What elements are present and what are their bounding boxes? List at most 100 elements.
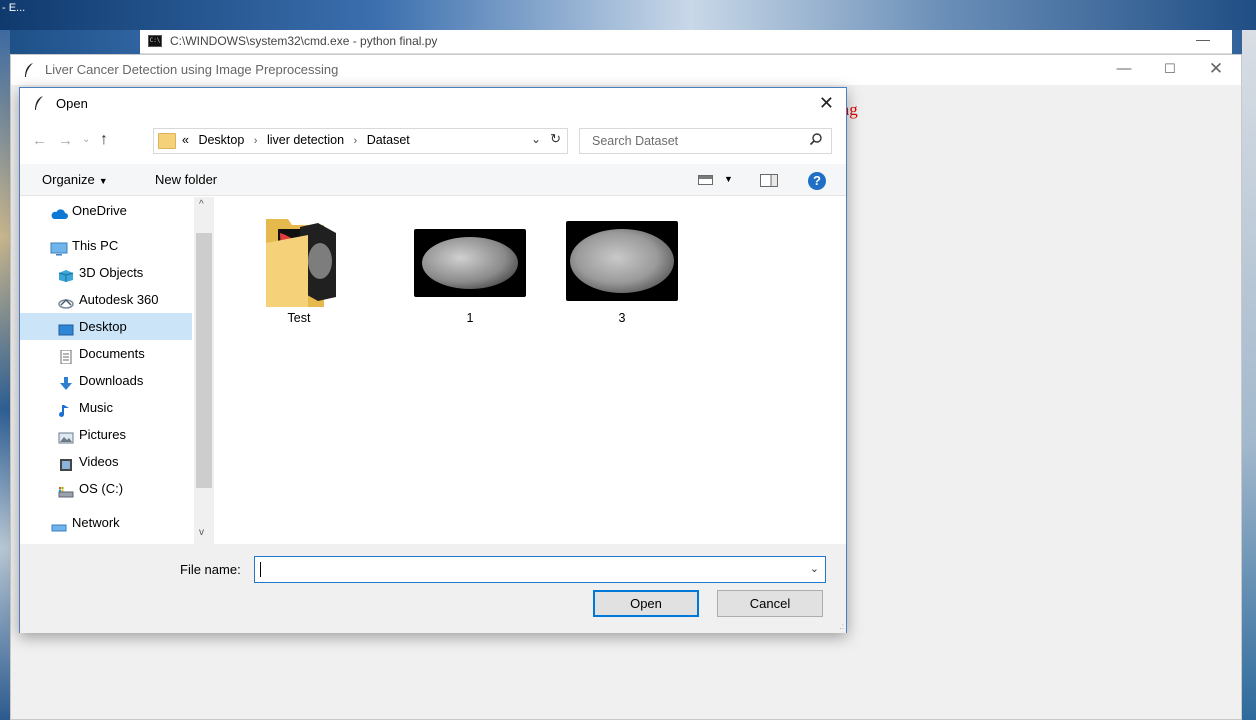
cmd-window-title: C:\WINDOWS\system32\cmd.exe - python fin…: [170, 34, 438, 48]
nav-item-label: OneDrive: [72, 203, 127, 218]
file-item-folder[interactable]: Test: [254, 213, 344, 328]
search-icon[interactable]: [809, 132, 823, 149]
file-name-input[interactable]: ⌄: [254, 556, 826, 583]
change-view-icon[interactable]: [698, 175, 713, 185]
scroll-down-icon[interactable]: v: [199, 527, 204, 538]
computer-icon: [50, 238, 68, 256]
desktop-right-edge: [1242, 30, 1256, 720]
help-icon[interactable]: ?: [808, 172, 826, 190]
nav-item-label: Pictures: [79, 427, 126, 442]
file-name-label: 3: [618, 311, 626, 325]
image-thumbnail-icon: [566, 221, 678, 301]
preview-pane-icon[interactable]: [760, 174, 778, 187]
refresh-icon[interactable]: ↻: [550, 131, 561, 147]
breadcrumb-desktop[interactable]: Desktop: [198, 133, 244, 147]
nav-item-music[interactable]: Music: [20, 394, 194, 421]
search-placeholder: Search Dataset: [592, 134, 679, 148]
desktop-top-strip: [0, 0, 1256, 30]
nav-item-label: OS (C:): [79, 481, 124, 496]
feather-icon: [23, 62, 35, 81]
nav-item-this-pc[interactable]: This PC: [20, 232, 194, 259]
text-caret: [260, 562, 261, 577]
cmd-minimize-button[interactable]: —: [1196, 31, 1210, 47]
nav-item-label: 3D Objects: [79, 265, 144, 280]
nav-item-label: Downloads: [79, 373, 144, 388]
app-titlebar[interactable]: Liver Cancer Detection using Image Prepr…: [11, 55, 1241, 85]
nav-item-3d-objects[interactable]: 3D Objects: [20, 259, 194, 286]
up-arrow-icon[interactable]: ↑: [100, 131, 108, 149]
nav-item-autodesk-360[interactable]: Autodesk 360: [20, 286, 194, 313]
nav-item-desktop[interactable]: Desktop: [20, 313, 192, 340]
nav-item-onedrive[interactable]: OneDrive: [20, 197, 194, 224]
cmd-icon: C:\: [148, 35, 162, 47]
minimize-button[interactable]: —: [1101, 58, 1147, 82]
feather-icon: [33, 95, 45, 114]
breadcrumb-separator-icon[interactable]: ›: [248, 135, 264, 147]
downloads-icon: [58, 373, 74, 390]
nav-item-os-c[interactable]: OS (C:): [20, 475, 194, 502]
breadcrumb-overflow[interactable]: «: [182, 133, 189, 147]
app-window-title: Liver Cancer Detection using Image Prepr…: [45, 62, 339, 77]
scroll-up-icon[interactable]: ^: [199, 199, 204, 210]
recent-locations-chevron-icon[interactable]: ⌄: [82, 134, 90, 145]
autodesk-icon: [58, 292, 74, 309]
nav-item-network[interactable]: Network: [20, 509, 194, 536]
file-item-image[interactable]: 3: [562, 213, 682, 328]
open-button[interactable]: Open: [593, 590, 699, 617]
3d-objects-icon: [58, 265, 74, 282]
address-bar[interactable]: « Desktop › liver detection › Dataset ⌄ …: [153, 128, 568, 154]
scrollbar-thumb[interactable]: [196, 233, 212, 488]
dialog-titlebar[interactable]: Open ✕: [20, 88, 846, 120]
navigation-pane: OneDrive This PC 3D Objects Autodesk 360…: [20, 197, 214, 544]
open-file-dialog: Open ✕ ← → ⌄ ↑ « Desktop › liver detecti…: [19, 87, 847, 633]
new-folder-button[interactable]: New folder: [155, 172, 217, 187]
organize-label: Organize: [42, 172, 95, 187]
desktop-left-edge: [0, 30, 10, 720]
file-name-label: 1: [466, 311, 474, 325]
dialog-close-button[interactable]: ✕: [819, 93, 834, 114]
file-item-image[interactable]: 1: [410, 213, 530, 328]
caret-down-icon[interactable]: ▼: [724, 174, 733, 184]
nav-item-pictures[interactable]: Pictures: [20, 421, 194, 448]
close-button[interactable]: ✕: [1193, 58, 1239, 82]
nav-item-label: This PC: [72, 238, 119, 253]
organize-button[interactable]: Organize ▼: [42, 172, 108, 187]
nav-item-label: Autodesk 360: [79, 292, 159, 307]
nav-item-label: Videos: [79, 454, 119, 469]
breadcrumb-liver-detection[interactable]: liver detection: [267, 133, 344, 147]
file-name-label: File name:: [180, 562, 241, 577]
chevron-down-icon[interactable]: ⌄: [810, 562, 819, 575]
file-name-label: Test: [287, 311, 311, 325]
chevron-down-icon[interactable]: ⌄: [531, 132, 541, 146]
drive-icon: [58, 481, 74, 498]
file-list: Test 1 3: [214, 197, 846, 544]
search-input[interactable]: Search Dataset: [579, 128, 832, 154]
dialog-toolbar: Organize ▼ New folder ▼ ?: [20, 164, 846, 196]
taskbar-fragment-text: - E...: [2, 2, 26, 14]
videos-icon: [58, 454, 74, 471]
nav-item-documents[interactable]: Documents: [20, 340, 194, 367]
folder-thumbnail-icon: [260, 213, 336, 309]
cmd-window-titlebar[interactable]: C:\ C:\WINDOWS\system32\cmd.exe - python…: [140, 30, 1232, 54]
breadcrumb: « Desktop › liver detection › Dataset: [182, 133, 410, 147]
breadcrumb-separator-icon[interactable]: ›: [348, 135, 364, 147]
nav-item-label: Documents: [79, 346, 145, 361]
forward-arrow-icon[interactable]: →: [58, 132, 73, 149]
onedrive-icon: [50, 203, 68, 219]
maximize-button[interactable]: ☐: [1147, 58, 1193, 82]
documents-icon: [58, 346, 74, 365]
cancel-button[interactable]: Cancel: [717, 590, 823, 617]
music-icon: [58, 400, 74, 417]
nav-item-videos[interactable]: Videos: [20, 448, 194, 475]
folder-icon: [158, 133, 176, 149]
nav-item-label: Desktop: [79, 319, 127, 334]
network-icon: [50, 515, 67, 532]
caret-down-icon: ▼: [98, 176, 108, 186]
nav-item-label: Music: [79, 400, 113, 415]
back-arrow-icon[interactable]: ←: [32, 132, 47, 149]
nav-item-downloads[interactable]: Downloads: [20, 367, 194, 394]
nav-item-label: Network: [72, 515, 120, 530]
nav-scrollbar[interactable]: ^ v: [194, 197, 214, 544]
resize-grip-icon[interactable]: .:: [840, 622, 844, 631]
breadcrumb-dataset[interactable]: Dataset: [367, 133, 410, 147]
